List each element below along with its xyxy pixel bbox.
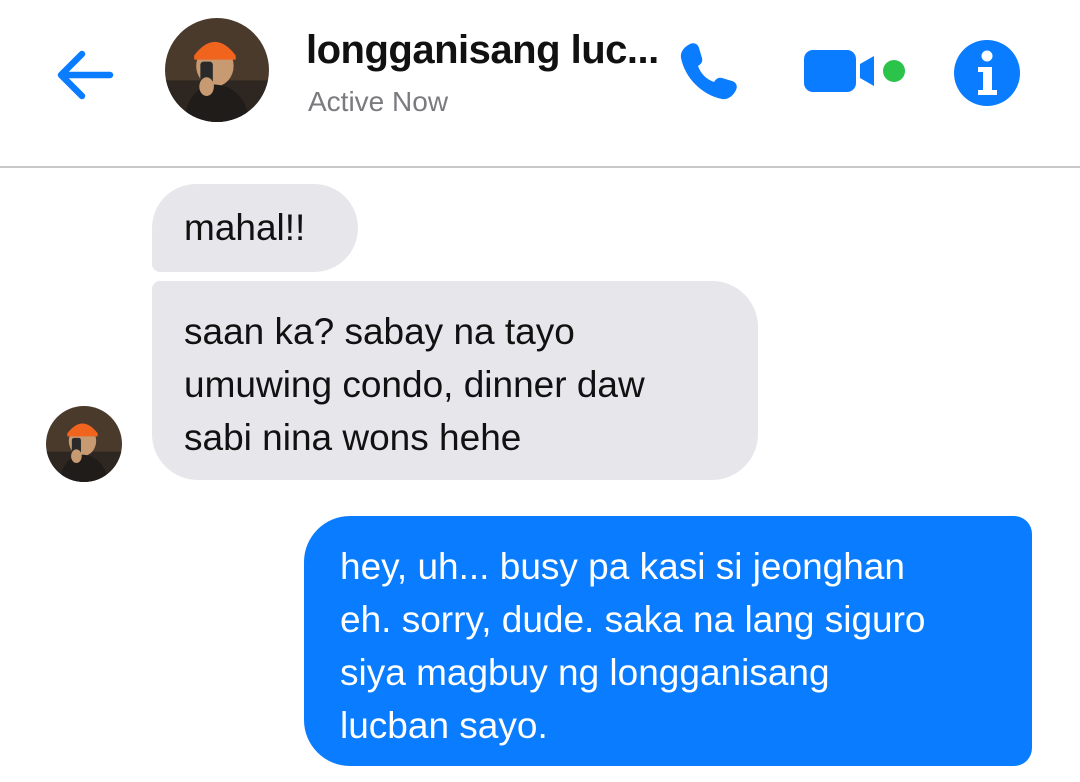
video-call-button[interactable] bbox=[802, 46, 908, 96]
video-camera-icon bbox=[804, 50, 905, 92]
message-text: sabi nina wons hehe bbox=[184, 417, 522, 458]
received-message[interactable]: saan ka? sabay na tayo umuwing condo, di… bbox=[152, 281, 758, 480]
info-icon bbox=[954, 40, 1020, 106]
avatar-photo bbox=[165, 18, 269, 122]
contact-name[interactable]: longganisang luc... bbox=[306, 28, 659, 73]
info-button[interactable] bbox=[952, 38, 1022, 108]
message-text: lucban sayo. bbox=[340, 705, 548, 746]
chat-header: longganisang luc... Active Now bbox=[0, 0, 1080, 168]
voice-call-button[interactable] bbox=[676, 38, 740, 102]
received-message[interactable]: mahal!! bbox=[152, 184, 358, 272]
phone-icon bbox=[680, 43, 737, 100]
back-arrow-icon bbox=[57, 50, 114, 100]
sender-avatar[interactable] bbox=[46, 406, 122, 482]
message-text: hey, uh... busy pa kasi si jeonghan bbox=[340, 546, 905, 587]
active-status: Active Now bbox=[308, 86, 449, 117]
message-text: mahal!! bbox=[184, 207, 306, 248]
message-text: siya magbuy ng longganisang bbox=[340, 652, 830, 693]
contact-avatar[interactable] bbox=[165, 18, 269, 122]
message-text: saan ka? sabay na tayo bbox=[184, 311, 575, 352]
sent-message[interactable]: hey, uh... busy pa kasi si jeonghan eh. … bbox=[304, 516, 1032, 766]
avatar-photo bbox=[46, 406, 122, 482]
message-text: umuwing condo, dinner daw bbox=[184, 364, 645, 405]
message-text: eh. sorry, dude. saka na lang siguro bbox=[340, 599, 926, 640]
back-button[interactable] bbox=[52, 42, 118, 108]
